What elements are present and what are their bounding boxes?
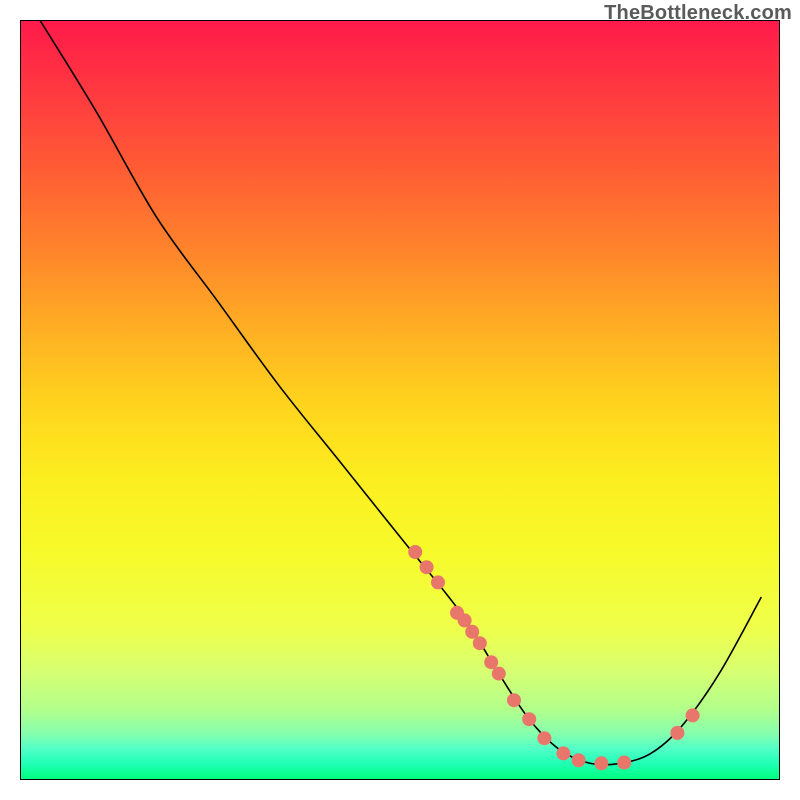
bottleneck-chart-container: TheBottleneck.com xyxy=(0,0,800,800)
watermark-text: TheBottleneck.com xyxy=(604,2,792,25)
gradient-background xyxy=(20,20,780,780)
